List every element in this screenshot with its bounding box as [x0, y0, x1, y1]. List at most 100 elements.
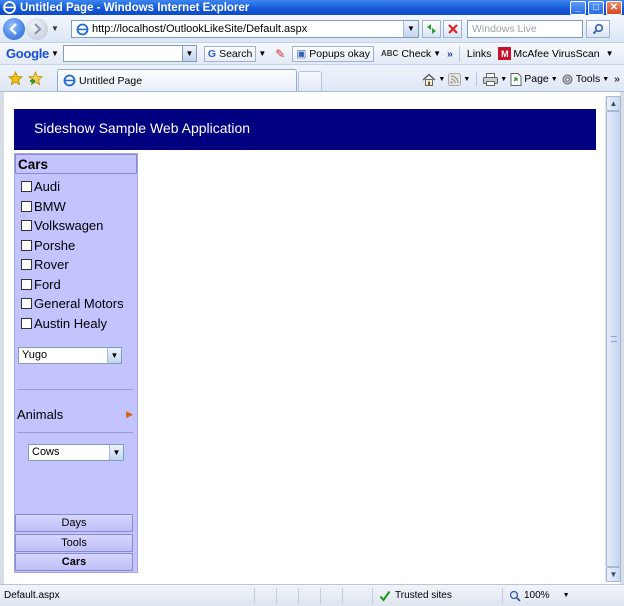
cars-select[interactable]: Yugo ▼ [18, 347, 122, 364]
tools-menu-button[interactable]: Tools ▼ [561, 73, 609, 86]
arrow-left-icon [9, 22, 17, 35]
popups-button[interactable]: ▣ Popups okay [292, 45, 374, 62]
zoom-level: 100% [524, 590, 550, 601]
refresh-icon [427, 24, 436, 34]
checkbox[interactable] [21, 298, 32, 310]
page-menu-button[interactable]: Page ▼ [510, 72, 558, 86]
links-button[interactable]: Links [467, 48, 492, 60]
nav-bar-cars[interactable]: Cars [15, 553, 133, 571]
nav-bar-days[interactable]: Days [15, 514, 133, 532]
feeds-dropdown-icon[interactable]: ▼ [463, 76, 470, 83]
favorites-star-icon[interactable] [8, 70, 23, 86]
checkbox-label: Rover [34, 257, 69, 273]
address-input[interactable]: http://localhost/OutlookLikeSite/Default… [92, 23, 403, 35]
window-controls: _ □ ✕ [570, 0, 622, 15]
check-label: Check [401, 47, 432, 60]
zoom-control[interactable]: 100% ▼ [502, 587, 570, 604]
checkbox-label: Volkswagen [34, 218, 104, 234]
bookmark-icon: ✎ [275, 46, 286, 61]
gear-icon [562, 74, 573, 84]
tab-untitled-page[interactable]: Untitled Page [57, 69, 297, 91]
zoom-dropdown-icon[interactable]: ▼ [563, 592, 570, 599]
search-dropdown-icon[interactable]: ▼ [258, 49, 266, 58]
mcafee-button[interactable]: M McAfee VirusScan ▼ [498, 47, 615, 60]
tab-bar: Untitled Page ▼ ▼ ▼ Page ▼ Tools ▼ » [0, 65, 624, 92]
google-search-label: Search [219, 47, 253, 60]
check-dropdown-icon[interactable]: ▼ [433, 49, 441, 58]
page-dropdown-icon[interactable]: ▼ [551, 76, 558, 83]
bookmark-button[interactable]: ✎ [275, 47, 285, 61]
scroll-up-button[interactable]: ▲ [606, 96, 621, 111]
checkbox[interactable] [21, 220, 32, 232]
chevron-down-icon[interactable]: ▼ [107, 348, 121, 363]
forward-button[interactable] [26, 17, 48, 40]
mcafee-dropdown-icon[interactable]: ▼ [606, 49, 614, 58]
checkbox[interactable] [21, 317, 32, 329]
sidebar-divider [17, 432, 133, 433]
live-search-input[interactable]: Windows Live [467, 20, 583, 38]
google-search-dropdown-icon[interactable]: ▼ [182, 45, 197, 62]
status-text: Default.aspx [4, 590, 60, 601]
google-logo[interactable]: Google [6, 46, 49, 61]
add-favorites-icon[interactable] [28, 70, 43, 86]
checkbox[interactable] [21, 200, 32, 212]
status-cell [298, 587, 320, 604]
minimize-button[interactable]: _ [570, 0, 586, 15]
tools-menu-label: Tools [575, 73, 601, 85]
google-search-button[interactable]: G Search ▼ [203, 45, 268, 62]
new-tab-button[interactable] [298, 71, 322, 91]
security-zone[interactable]: Trusted sites [372, 587, 492, 604]
back-button[interactable] [3, 17, 25, 40]
sidebar: Cars Audi BMW Volkswagen Porshe Rover Fo… [14, 153, 138, 573]
scroll-down-button[interactable]: ▼ [606, 567, 621, 582]
google-search-input[interactable] [62, 45, 183, 62]
checkbox-item-ford[interactable]: Ford [21, 275, 137, 295]
links-label: Links [466, 47, 492, 60]
nav-bar-tools[interactable]: Tools [15, 534, 133, 552]
checkbox[interactable] [21, 259, 32, 271]
google-menu-dropdown-icon[interactable]: ▼ [51, 49, 59, 58]
page-menu-label: Page [524, 73, 549, 85]
checkbox-item-general-motors[interactable]: General Motors [21, 294, 137, 314]
arrow-right-icon: ▶ [126, 408, 133, 419]
checkbox[interactable] [21, 278, 32, 290]
tools-dropdown-icon[interactable]: ▼ [602, 76, 609, 83]
close-button[interactable]: ✕ [606, 0, 622, 15]
refresh-button[interactable] [422, 20, 441, 38]
live-search-button[interactable] [586, 20, 610, 38]
arrow-right-icon [34, 22, 42, 35]
checkbox-item-austin-healy[interactable]: Austin Healy [21, 314, 137, 334]
checkbox-item-bmw[interactable]: BMW [21, 197, 137, 217]
security-zone-label: Trusted sites [395, 590, 452, 601]
feeds-button[interactable]: ▼ [448, 72, 470, 86]
history-dropdown[interactable]: ▼ [50, 24, 60, 33]
home-button[interactable]: ▼ [422, 73, 445, 86]
vertical-scrollbar[interactable]: ▲ ▼ [605, 96, 621, 582]
print-dropdown-icon[interactable]: ▼ [500, 76, 507, 83]
maximize-button[interactable]: □ [588, 0, 604, 15]
address-bar[interactable]: http://localhost/OutlookLikeSite/Default… [71, 20, 419, 38]
checkbox[interactable] [21, 239, 32, 251]
checkbox-label: General Motors [34, 296, 124, 312]
checkbox-item-rover[interactable]: Rover [21, 255, 137, 275]
command-overflow-icon[interactable]: » [614, 73, 620, 85]
checkbox-item-porshe[interactable]: Porshe [21, 236, 137, 256]
spell-check-button[interactable]: ABC Check ▼ [381, 48, 443, 60]
checkbox-item-volkswagen[interactable]: Volkswagen [21, 216, 137, 236]
print-button[interactable]: ▼ [483, 72, 507, 86]
chevron-down-icon[interactable]: ▼ [109, 445, 123, 460]
nav-bar-label: Cars [61, 556, 87, 568]
toolbar-overflow-icon[interactable]: » [447, 48, 453, 60]
home-dropdown-icon[interactable]: ▼ [438, 76, 445, 83]
cars-select-value: Yugo [22, 349, 48, 361]
google-toolbar: Google ▼ ▼ G Search ▼ ✎ ▣ Popups okay ABC … [0, 43, 624, 65]
animals-menu-item[interactable]: Animals ▶ [17, 405, 133, 423]
address-dropdown-icon[interactable]: ▼ [403, 21, 418, 37]
tab-favicon-icon [62, 74, 76, 88]
animals-select[interactable]: Cows ▼ [28, 444, 124, 461]
status-cell [320, 587, 342, 604]
scroll-thumb[interactable] [606, 111, 621, 567]
stop-button[interactable] [443, 20, 462, 38]
checkbox[interactable] [21, 181, 32, 193]
checkbox-item-audi[interactable]: Audi [21, 177, 137, 197]
